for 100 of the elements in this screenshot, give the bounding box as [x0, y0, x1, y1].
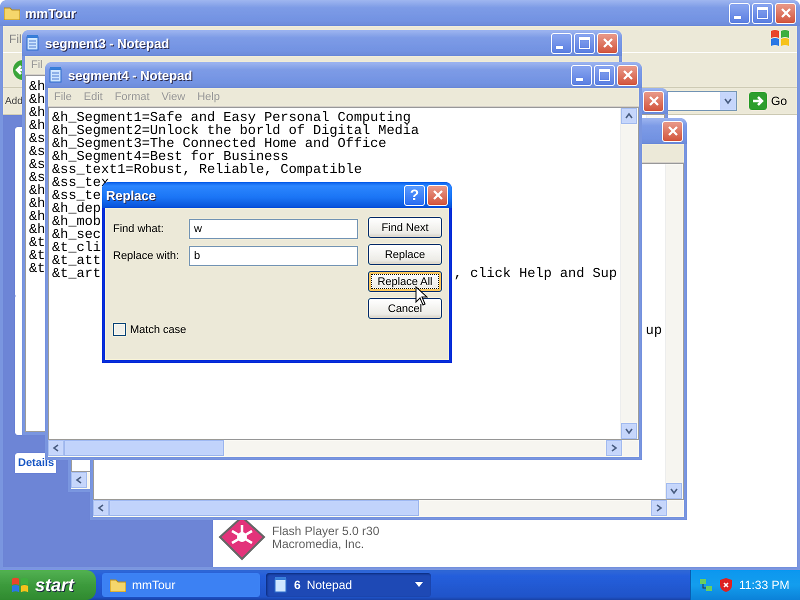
maximize-button[interactable] [574, 32, 595, 54]
text-line: &s [29, 146, 46, 159]
checkbox[interactable] [113, 323, 126, 336]
start-button[interactable]: start [0, 570, 96, 600]
text-line: &h_Segment1=Safe and Easy Personal Computing [52, 112, 411, 125]
go-button[interactable]: Go [742, 90, 793, 112]
close-button[interactable] [427, 184, 448, 206]
windows-logo-icon [769, 28, 791, 48]
file-version: Flash Player 5.0 r30 [272, 525, 380, 538]
text-line: &h_sec [52, 229, 101, 242]
menu-item[interactable]: Fil [31, 59, 43, 71]
dialog-button[interactable]: Cancel [368, 298, 442, 319]
close-icon [432, 189, 444, 201]
chevron-icon [51, 443, 61, 453]
text-line: &h [29, 94, 46, 107]
close-icon [622, 69, 634, 81]
window-title: segment4 - Notepad [68, 68, 194, 82]
minimize-button[interactable] [551, 32, 572, 54]
menu-item[interactable]: View [162, 91, 186, 103]
scroll-right-button[interactable] [606, 440, 622, 456]
scroll-left-button[interactable] [48, 440, 64, 456]
menu-item[interactable]: Format [114, 91, 150, 103]
folder-icon [110, 578, 126, 592]
text-line: &s [29, 133, 46, 146]
window-title: mmTour [25, 6, 78, 20]
dialog-button[interactable]: Replace All [368, 271, 442, 292]
security-shield-icon [719, 577, 733, 593]
field-label: Replace with: [113, 250, 180, 262]
dropdown-arrow-icon [415, 582, 423, 588]
text-line: &t [29, 250, 46, 263]
scroll-up-button[interactable] [621, 108, 637, 124]
text-line: &h [29, 120, 46, 133]
text-line: &ss_tex [52, 177, 110, 190]
details-tab[interactable]: Details [15, 453, 56, 473]
scroll-down-button[interactable] [666, 483, 682, 499]
address-field[interactable] [666, 91, 737, 111]
scroll-right-button[interactable] [651, 500, 667, 516]
text-line: &h [29, 185, 46, 198]
window-title: segment3 - Notepad [45, 36, 170, 50]
checkbox-label: Match case [130, 324, 186, 336]
scrollbar-thumb[interactable] [64, 440, 224, 456]
text-line: up [646, 325, 662, 338]
text-line: &t [29, 237, 46, 250]
text-line: &h_Segment4=Best for Business [52, 151, 289, 164]
mouse-pointer-icon [415, 286, 428, 306]
menu-item[interactable]: Edit [84, 91, 103, 103]
file-company: Macromedia, Inc. [272, 538, 366, 551]
text-line: &t_att [52, 255, 101, 268]
scroll-left-button[interactable] [93, 500, 109, 516]
close-icon [666, 125, 678, 137]
text-line: &h [29, 211, 46, 224]
text-line: &h [29, 81, 46, 94]
text-line: &h [29, 198, 46, 211]
restore-button[interactable] [752, 2, 773, 24]
field-label: Find what: [113, 223, 165, 235]
close-button[interactable] [775, 2, 796, 24]
find-field[interactable]: w [189, 219, 358, 239]
scroll-down-button[interactable] [621, 423, 637, 439]
menu-item[interactable]: File [54, 91, 72, 103]
close-button[interactable] [597, 32, 618, 54]
notepad-icon [26, 35, 40, 51]
folder-icon [4, 6, 20, 20]
address-label: Add [5, 96, 23, 106]
close-button[interactable] [617, 64, 638, 86]
scrollbar-thumb[interactable] [109, 500, 419, 516]
clock: 11:33 PM [739, 578, 790, 592]
close-button[interactable] [662, 120, 683, 142]
dialog-button[interactable]: Find Next [368, 217, 442, 238]
scroll-left-button[interactable] [71, 472, 87, 488]
menu-item[interactable]: Fil [9, 32, 22, 46]
help-button[interactable]: ? [404, 184, 425, 206]
text-line: &h [29, 107, 46, 120]
taskbar-button[interactable]: 6 Notepad [266, 573, 431, 597]
maximize-button[interactable] [594, 64, 615, 86]
network-icon [699, 578, 713, 592]
text-line: &h [29, 224, 46, 237]
windows-logo-icon [10, 576, 30, 594]
taskbar-button[interactable]: mmTour [102, 573, 260, 597]
close-icon [602, 37, 614, 49]
text-line: &ss_te [52, 190, 101, 203]
text-line: &ss_text1=Robust, Reliable, Compatible [52, 164, 362, 177]
minimize-button[interactable] [571, 64, 592, 86]
text-line: &s [29, 172, 46, 185]
menu-item[interactable]: Help [197, 91, 220, 103]
chevron-icon [74, 475, 84, 485]
text-line: &s [29, 159, 46, 172]
minimize-button[interactable] [729, 2, 750, 24]
text-line: &h_dep [52, 203, 101, 216]
replace-field[interactable]: b [189, 246, 358, 266]
chevron-icon [96, 503, 106, 513]
text-line: &h_Segment3=The Connected Home and Office [52, 138, 386, 151]
close-icon [648, 95, 660, 107]
text-line: &t_cli [52, 242, 101, 255]
text-line: &t [29, 263, 46, 276]
dialog-button[interactable]: Replace [368, 244, 442, 265]
text-line: , click Help and Sup [454, 268, 617, 281]
close-button[interactable] [643, 90, 664, 112]
notepad-icon [49, 67, 63, 83]
text-line: &h_mob [52, 216, 101, 229]
chevron-icon [624, 111, 634, 121]
